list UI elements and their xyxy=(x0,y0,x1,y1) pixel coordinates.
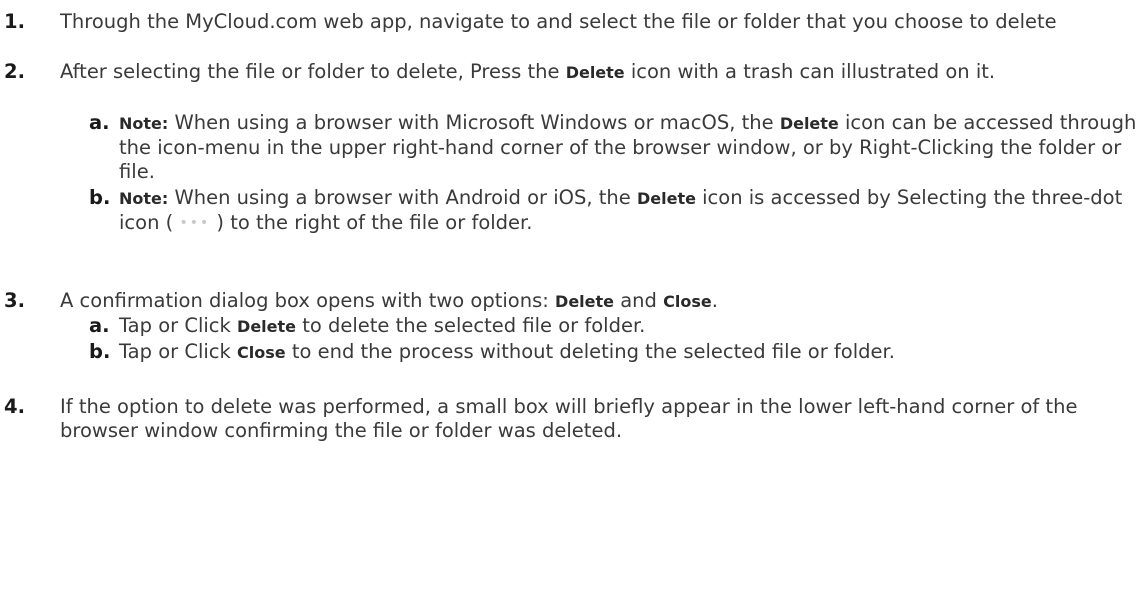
sub-step-text: Note: When using a browser with Android … xyxy=(119,186,1148,235)
close-keyword: Close xyxy=(663,292,712,311)
step-1: 1. Through the MyCloud.com web app, navi… xyxy=(0,10,1148,34)
step-3a: a. Tap or Click Delete to delete the sel… xyxy=(0,314,1148,339)
sub-step-text: Tap or Click Delete to delete the select… xyxy=(119,314,1148,339)
sub-step-text: Tap or Click Close to end the process wi… xyxy=(119,340,1148,365)
step-number: 3. xyxy=(4,289,25,312)
text-run: When using a browser with Android or iOS… xyxy=(168,186,637,209)
text-run: Tap or Click xyxy=(119,340,238,363)
note-label: Note: xyxy=(119,114,169,133)
step-2b: b. Note: When using a browser with Andro… xyxy=(0,186,1148,235)
text-run: ) to the right of the file or folder. xyxy=(210,211,533,234)
text-run: When using a browser with Microsoft Wind… xyxy=(168,111,780,134)
delete-keyword: Delete xyxy=(636,189,696,208)
delete-keyword: Delete xyxy=(779,114,839,133)
text-run: Tap or Click xyxy=(119,314,238,337)
sub-step-letter: a. xyxy=(89,111,110,134)
step-text: Through the MyCloud.com web app, navigat… xyxy=(60,10,1057,33)
close-keyword: Close xyxy=(237,343,286,362)
step-text: If the option to delete was performed, a… xyxy=(60,395,1078,442)
step-2a: a. Note: When using a browser with Micro… xyxy=(0,111,1148,184)
step-number: 4. xyxy=(4,395,25,418)
text-run: icon with a trash can illustrated on it. xyxy=(624,60,996,83)
step-3b: b. Tap or Click Close to end the process… xyxy=(0,340,1148,365)
step-number: 2. xyxy=(4,60,25,83)
sub-step-text: Note: When using a browser with Microsof… xyxy=(119,111,1148,184)
sub-step-letter: a. xyxy=(89,314,110,337)
step-4: 4. If the option to delete was performed… xyxy=(0,395,1148,443)
step-3: 3. A confirmation dialog box opens with … xyxy=(0,289,1148,314)
delete-keyword: Delete xyxy=(555,292,614,311)
text-run: . xyxy=(711,289,718,312)
delete-keyword: Delete xyxy=(237,317,296,336)
step-2: 2. After selecting the file or folder to… xyxy=(0,60,1148,85)
delete-keyword: Delete xyxy=(565,63,625,82)
note-label: Note: xyxy=(119,189,169,208)
text-run: to delete the selected file or folder. xyxy=(296,314,646,337)
text-run: A confirmation dialog box opens with two… xyxy=(60,289,556,312)
text-run: and xyxy=(614,289,664,312)
sub-step-letter: b. xyxy=(89,340,111,363)
step-text: A confirmation dialog box opens with two… xyxy=(60,289,1148,314)
text-run: to end the process without deleting the … xyxy=(285,340,895,363)
sub-step-letter: b. xyxy=(89,186,111,209)
step-number: 1. xyxy=(4,10,25,33)
three-dot-icon: ••• xyxy=(179,215,211,231)
step-text: After selecting the file or folder to de… xyxy=(60,60,1148,85)
text-run: After selecting the file or folder to de… xyxy=(60,60,566,83)
